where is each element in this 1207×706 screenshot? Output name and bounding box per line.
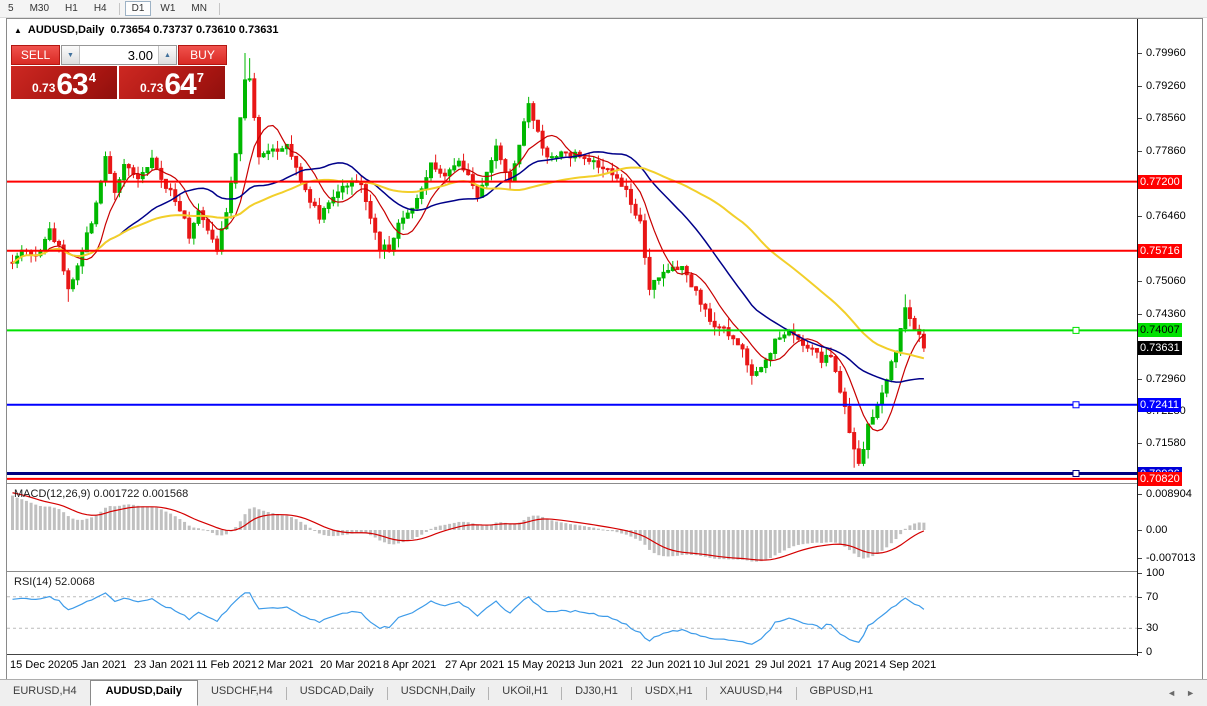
date-label: 22 Jun 2021 — [631, 659, 692, 671]
buy-price-prefix: 0.73 — [140, 81, 164, 95]
price-level-badge: 0.77200 — [1138, 174, 1182, 189]
one-click-trading-panel: SELL ▼ 3.00 ▲ BUY 0.73 63 4 0.73 64 7 — [11, 45, 227, 101]
buy-button[interactable]: BUY — [178, 45, 227, 65]
date-label: 15 Dec 2020 — [10, 659, 73, 671]
moving-average-line — [12, 151, 924, 383]
chart-plot-area[interactable]: ▲ AUDUSD,Daily 0.73654 0.73737 0.73610 0… — [7, 19, 1138, 671]
price-tick: 0.79260 — [1138, 79, 1186, 92]
date-label: 17 Aug 2021 — [817, 659, 879, 671]
level-drag-handle[interactable] — [1072, 470, 1080, 478]
date-label: 27 Apr 2021 — [445, 659, 505, 671]
tab-scroll-left-icon[interactable]: ◄ — [1167, 688, 1176, 698]
chart-tab-xauusd-h4[interactable]: XAUUSD,H4 — [707, 680, 796, 706]
volume-decrease-button[interactable]: ▼ — [62, 46, 80, 64]
price-tick: 0.77860 — [1138, 144, 1186, 157]
price-tick: 0.76460 — [1138, 210, 1186, 223]
date-label: 5 Jan 2021 — [72, 659, 127, 671]
date-label: 11 Feb 2021 — [196, 659, 257, 671]
chart-title: ▲ AUDUSD,Daily 0.73654 0.73737 0.73610 0… — [14, 24, 279, 36]
macd-layer — [11, 492, 926, 562]
price-level-badge: 0.72411 — [1138, 397, 1181, 412]
arrow-up-icon: ▲ — [164, 51, 171, 59]
rsi-line — [12, 592, 925, 645]
chart-ohlc-values: 0.73654 0.73737 0.73610 0.73631 — [110, 24, 279, 36]
date-label: 10 Jul 2021 — [693, 659, 750, 671]
timeframe-button-h4[interactable]: H4 — [87, 1, 114, 16]
chart-canvas — [7, 53, 1137, 655]
price-tick: 0.74360 — [1138, 307, 1186, 320]
sell-price-pip: 4 — [88, 70, 96, 85]
timeframe-button-mn[interactable]: MN — [184, 1, 214, 16]
chart-tab-usdcad-daily[interactable]: USDCAD,Daily — [287, 680, 387, 706]
timeframe-button-5[interactable]: 5 — [1, 1, 21, 16]
rsi-tick: 70 — [1137, 590, 1159, 603]
timeframe-button-w1[interactable]: W1 — [153, 1, 182, 16]
collapse-arrow-icon[interactable]: ▲ — [14, 26, 22, 35]
rsi-indicator-label: RSI(14) 52.0068 — [14, 576, 95, 588]
volume-spinner: ▼ 3.00 ▲ — [61, 45, 177, 65]
price-tick: 0.78560 — [1138, 112, 1186, 125]
level-drag-handle[interactable] — [1072, 326, 1080, 334]
date-label: 2 Mar 2021 — [258, 659, 314, 671]
date-label: 29 Jul 2021 — [755, 659, 812, 671]
chart-symbol-label: AUDUSD,Daily — [27, 24, 105, 36]
price-tick: 0.72960 — [1138, 373, 1186, 386]
volume-increase-button[interactable]: ▲ — [158, 46, 176, 64]
timeframe-button-m30[interactable]: M30 — [23, 1, 56, 16]
chart-tab-eurusd-h4[interactable]: EURUSD,H4 — [0, 680, 90, 706]
chart-tab-audusd-daily[interactable]: AUDUSD,Daily — [89, 680, 198, 706]
rsi-layer — [7, 592, 1137, 645]
price-level-badge: 0.75716 — [1138, 243, 1182, 258]
sell-price-display[interactable]: 0.73 63 4 — [11, 66, 117, 101]
price-level-badge: 0.70820 — [1138, 471, 1182, 486]
level-drag-handle[interactable] — [1072, 401, 1080, 409]
arrow-down-icon: ▼ — [67, 51, 74, 59]
chart-tab-usdx-h1[interactable]: USDX,H1 — [632, 680, 706, 706]
chart-tab-dj30-h1[interactable]: DJ30,H1 — [562, 680, 631, 706]
price-axis: 0.79960 0.79260 0.78560 0.77860 0.76460 0.750… — [1137, 19, 1200, 658]
price-tick: 0.79960 — [1138, 47, 1186, 59]
sell-price-big: 63 — [56, 68, 88, 101]
macd-tick: 0.00 — [1137, 524, 1168, 536]
sell-price-prefix: 0.73 — [32, 81, 56, 95]
chart-tab-bar: EURUSD,H4 AUDUSD,Daily USDCHF,H4 USDCAD,Dai… — [0, 679, 1207, 706]
macd-tick: -0.007013 — [1138, 552, 1196, 565]
price-tick: 0.71580 — [1138, 437, 1186, 450]
toolbar-separator — [118, 2, 120, 15]
chart-tab-gbpusd-h1[interactable]: GBPUSD,H1 — [797, 680, 887, 706]
rsi-tick: 0 — [1137, 646, 1153, 658]
chart-window: ▲ AUDUSD,Daily 0.73654 0.73737 0.73610 0… — [6, 18, 1203, 680]
buy-price-display[interactable]: 0.73 64 7 — [119, 66, 225, 101]
price-level-badge: 0.74007 — [1138, 323, 1182, 338]
price-level-badge: 0.73631 — [1138, 340, 1182, 355]
toolbar-separator — [218, 2, 220, 15]
date-label: 20 Mar 2021 — [320, 659, 382, 671]
date-label: 23 Jan 2021 — [134, 659, 195, 671]
horizontal-levels-layer — [7, 180, 1137, 480]
rsi-tick: 100 — [1137, 567, 1165, 579]
tab-scroll-right-icon[interactable]: ► — [1186, 688, 1195, 698]
sell-button[interactable]: SELL — [11, 45, 60, 65]
chart-tab-usdcnh-daily[interactable]: USDCNH,Daily — [388, 680, 489, 706]
date-label: 15 May 2021 — [507, 659, 571, 671]
macd-indicator-label: MACD(12,26,9) 0.001722 0.001568 — [14, 488, 189, 500]
time-axis: 15 Dec 2020 5 Jan 2021 23 Jan 2021 11 Feb 2… — [7, 656, 1137, 677]
date-label: 3 Jun 2021 — [569, 659, 624, 671]
rsi-tick: 30 — [1137, 622, 1159, 635]
timeframe-button-d1[interactable]: D1 — [124, 1, 152, 16]
date-label: 8 Apr 2021 — [383, 659, 437, 671]
chart-tab-usdchf-h4[interactable]: USDCHF,H4 — [198, 680, 286, 706]
timeframe-toolbar: 5 M30 H1 H4 D1 W1 MN — [0, 0, 1207, 18]
volume-input[interactable]: 3.00 — [80, 46, 158, 64]
date-label: 4 Sep 2021 — [880, 659, 937, 671]
chart-tab-ukoil-h1[interactable]: UKOil,H1 — [489, 680, 561, 706]
buy-price-big: 64 — [164, 68, 196, 101]
timeframe-button-h1[interactable]: H1 — [58, 1, 85, 16]
buy-price-pip: 7 — [196, 70, 204, 85]
macd-tick: 0.008904 — [1138, 487, 1192, 500]
price-tick: 0.75060 — [1138, 275, 1186, 288]
